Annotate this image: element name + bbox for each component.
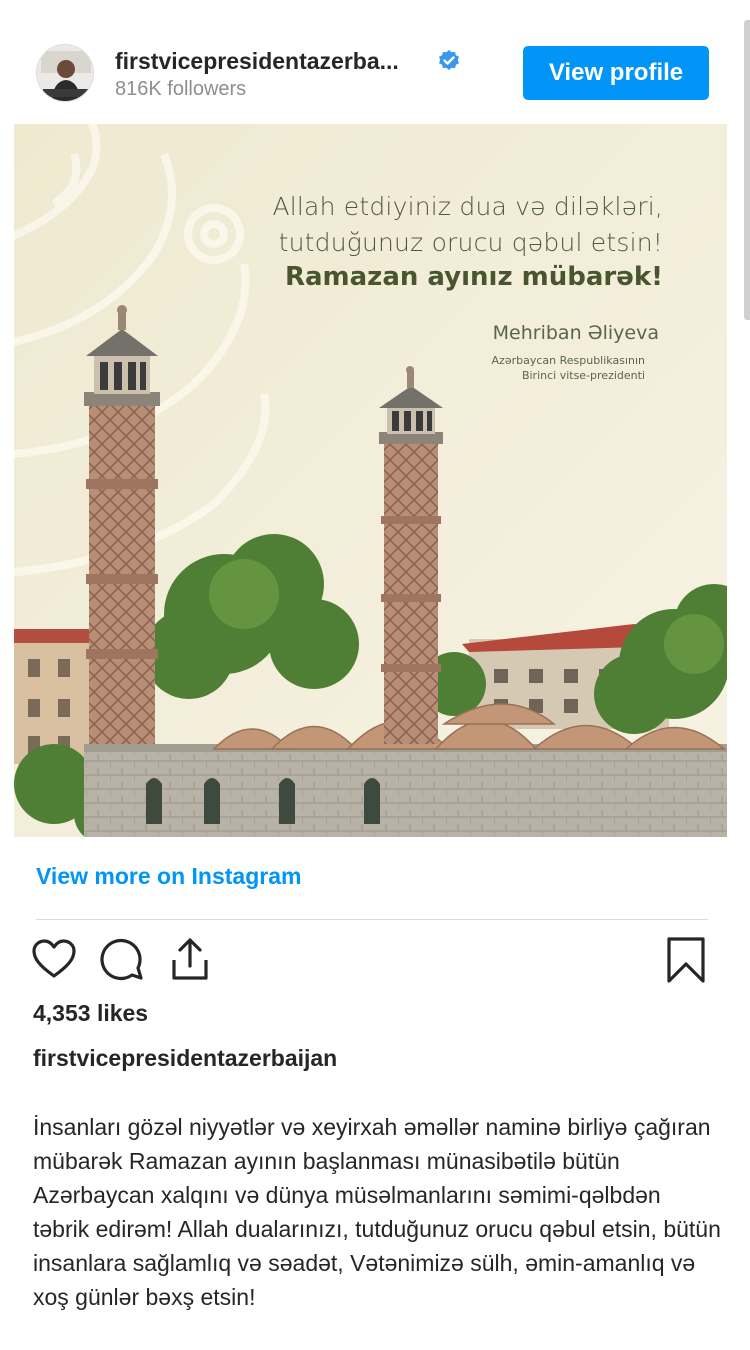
caption-username[interactable]: firstvicepresidentazerbaijan (33, 1045, 337, 1072)
caption-text: İnsanları gözəl niyyətlər və xeyirxah əm… (33, 1114, 721, 1310)
divider (36, 919, 708, 920)
greeting-line-3: Ramazan ayınız mübarək! (284, 262, 663, 292)
post-image[interactable]: Allah etdiyiniz dua və diləkləri, tutduğ… (14, 124, 727, 837)
greeting-line-2: tutduğunuz orucu qəbul etsin! (278, 228, 663, 257)
post-header: firstvicepresidentazerba... 816K followe… (0, 0, 750, 120)
share-icon[interactable] (166, 936, 214, 984)
signer-title-line-2: Birinci vitse-prezidenti (521, 369, 645, 382)
like-count[interactable]: 4,353 likes (33, 1000, 148, 1027)
verified-badge-icon (439, 50, 459, 70)
heart-icon[interactable] (30, 936, 78, 984)
signer-title-line-1: Azərbaycan Respublikasının (491, 354, 645, 367)
signer-name: Mehriban Əliyeva (492, 322, 659, 344)
avatar[interactable] (36, 44, 94, 102)
follower-count: 816K followers (115, 78, 247, 100)
greeting-line-1: Allah etdiyiniz dua və diləkləri, (272, 192, 663, 221)
comment-icon[interactable] (98, 936, 146, 984)
left-minaret (84, 305, 160, 744)
bookmark-icon[interactable] (662, 936, 710, 984)
view-profile-button[interactable]: View profile (523, 46, 709, 100)
profile-username[interactable]: firstvicepresidentazerba... (115, 48, 399, 75)
view-more-link[interactable]: View more on Instagram (36, 863, 301, 890)
right-minaret (379, 366, 443, 744)
